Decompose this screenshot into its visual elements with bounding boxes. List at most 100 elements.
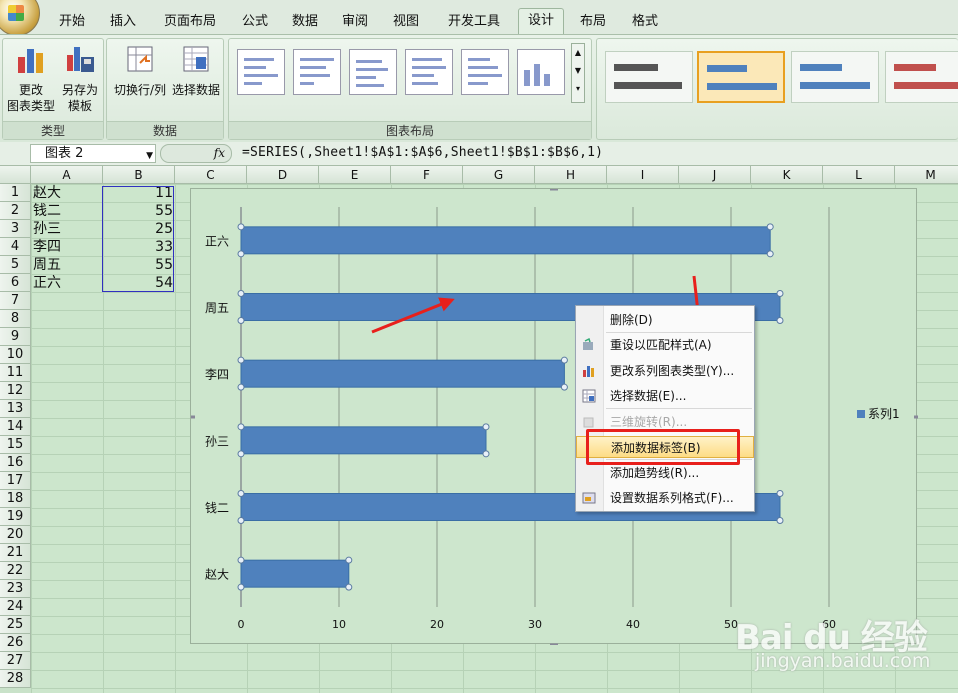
row-header-12[interactable]: 12 bbox=[0, 382, 31, 400]
bar-孙三[interactable] bbox=[240, 426, 487, 455]
row-header-21[interactable]: 21 bbox=[0, 544, 31, 562]
formula-input[interactable]: =SERIES(,Sheet1!$A$1:$A$6,Sheet1!$B$1:$B… bbox=[242, 145, 603, 160]
select-data-button[interactable]: 选择数据 bbox=[169, 43, 223, 98]
column-header-I[interactable]: I bbox=[607, 166, 679, 184]
row-header-22[interactable]: 22 bbox=[0, 562, 31, 580]
gallery-down-icon[interactable]: ▼ bbox=[572, 62, 584, 80]
selection-handle[interactable] bbox=[237, 423, 245, 431]
insert-function-icon[interactable]: fx bbox=[214, 146, 225, 160]
row-header-25[interactable]: 25 bbox=[0, 616, 31, 634]
style-thumb-4[interactable] bbox=[885, 51, 958, 103]
row-header-8[interactable]: 8 bbox=[0, 310, 31, 328]
chart-legend[interactable]: 系列1 bbox=[857, 405, 900, 422]
layout-thumb-5[interactable] bbox=[461, 49, 509, 95]
tab-5[interactable]: 审阅 bbox=[336, 10, 374, 34]
change-chart-type-button[interactable]: 更改 图表类型 bbox=[5, 43, 57, 114]
layout-thumb-1[interactable] bbox=[237, 49, 285, 95]
selection-handle[interactable] bbox=[237, 490, 245, 497]
row-header-1[interactable]: 1 bbox=[0, 184, 31, 202]
selection-handle[interactable] bbox=[345, 583, 353, 591]
column-header-F[interactable]: F bbox=[391, 166, 463, 184]
layout-gallery-scroll[interactable]: ▲ ▼ ▾ bbox=[571, 43, 585, 103]
chart-object[interactable]: 0 10 20 30 40 50 60 赵大 钱二 孙三 李四 周五 正六 系列1 bbox=[190, 188, 918, 645]
selection-handle[interactable] bbox=[237, 356, 245, 364]
selection-handle[interactable] bbox=[237, 583, 245, 591]
select-all-corner[interactable] bbox=[0, 166, 31, 184]
column-header-H[interactable]: H bbox=[535, 166, 607, 184]
row-header-6[interactable]: 6 bbox=[0, 274, 31, 292]
selection-handle[interactable] bbox=[776, 290, 784, 297]
selection-handle[interactable] bbox=[776, 517, 784, 524]
column-header-J[interactable]: J bbox=[679, 166, 751, 184]
column-header-G[interactable]: G bbox=[463, 166, 535, 184]
row-header-13[interactable]: 13 bbox=[0, 400, 31, 418]
tab-3[interactable]: 公式 bbox=[236, 10, 274, 34]
switch-row-column-button[interactable]: 切换行/列 bbox=[111, 43, 169, 98]
selection-handle[interactable] bbox=[237, 223, 245, 231]
row-header-5[interactable]: 5 bbox=[0, 256, 31, 274]
selection-handle[interactable] bbox=[482, 450, 490, 458]
selection-handle[interactable] bbox=[482, 423, 490, 431]
name-box[interactable]: 图表 2 ▼ bbox=[30, 144, 156, 163]
name-box-dropdown-icon[interactable]: ▼ bbox=[146, 148, 153, 165]
selection-handle[interactable] bbox=[776, 490, 784, 497]
layout-thumb-4[interactable] bbox=[405, 49, 453, 95]
row-header-2[interactable]: 2 bbox=[0, 202, 31, 220]
tab-9[interactable]: 布局 bbox=[574, 10, 612, 34]
cell-A4[interactable]: 李四 bbox=[31, 238, 103, 256]
layout-thumb-3[interactable] bbox=[349, 49, 397, 95]
selection-handle[interactable] bbox=[237, 450, 245, 458]
gallery-more-icon[interactable]: ▾ bbox=[572, 80, 584, 98]
cell-A1[interactable]: 赵大 bbox=[31, 184, 103, 202]
chart-resize-handle[interactable] bbox=[550, 189, 558, 191]
column-header-M[interactable]: M bbox=[895, 166, 958, 184]
row-header-27[interactable]: 27 bbox=[0, 652, 31, 670]
layout-thumb-6[interactable] bbox=[517, 49, 565, 95]
menu-item-1[interactable]: 重设以匹配样式(A) bbox=[576, 334, 754, 356]
row-header-9[interactable]: 9 bbox=[0, 328, 31, 346]
row-header-20[interactable]: 20 bbox=[0, 526, 31, 544]
row-header-15[interactable]: 15 bbox=[0, 436, 31, 454]
row-header-26[interactable]: 26 bbox=[0, 634, 31, 652]
row-header-10[interactable]: 10 bbox=[0, 346, 31, 364]
layout-thumb-2[interactable] bbox=[293, 49, 341, 95]
selection-handle[interactable] bbox=[560, 356, 568, 364]
cell-A5[interactable]: 周五 bbox=[31, 256, 103, 274]
office-button[interactable] bbox=[0, 0, 40, 36]
row-header-4[interactable]: 4 bbox=[0, 238, 31, 256]
column-header-B[interactable]: B bbox=[103, 166, 175, 184]
row-header-28[interactable]: 28 bbox=[0, 670, 31, 688]
row-header-3[interactable]: 3 bbox=[0, 220, 31, 238]
selection-handle[interactable] bbox=[776, 317, 784, 324]
bar-正六[interactable] bbox=[240, 226, 771, 255]
cell-A3[interactable]: 孙三 bbox=[31, 220, 103, 238]
menu-item-2[interactable]: 更改系列图表类型(Y)... bbox=[576, 360, 754, 382]
selection-handle[interactable] bbox=[766, 250, 774, 258]
column-header-A[interactable]: A bbox=[31, 166, 103, 184]
selection-handle[interactable] bbox=[237, 290, 245, 297]
selection-handle[interactable] bbox=[237, 317, 245, 324]
menu-item-0[interactable]: 删除(D) bbox=[576, 309, 754, 331]
tab-2[interactable]: 页面布局 bbox=[158, 10, 222, 34]
row-header-11[interactable]: 11 bbox=[0, 364, 31, 382]
menu-item-3[interactable]: 选择数据(E)... bbox=[576, 385, 754, 407]
selection-handle[interactable] bbox=[237, 556, 245, 564]
tab-1[interactable]: 插入 bbox=[102, 10, 144, 34]
row-header-24[interactable]: 24 bbox=[0, 598, 31, 616]
selection-handle[interactable] bbox=[237, 383, 245, 391]
style-thumb-1[interactable] bbox=[605, 51, 693, 103]
selection-handle[interactable] bbox=[237, 250, 245, 258]
selection-handle[interactable] bbox=[237, 517, 245, 524]
row-header-17[interactable]: 17 bbox=[0, 472, 31, 490]
bar-赵大[interactable] bbox=[240, 559, 350, 588]
row-header-7[interactable]: 7 bbox=[0, 292, 31, 310]
menu-item-6[interactable]: 添加趋势线(R)... bbox=[576, 462, 754, 484]
tab-4[interactable]: 数据 bbox=[286, 10, 324, 34]
chart-resize-handle[interactable] bbox=[914, 415, 918, 419]
style-thumb-2-selected[interactable] bbox=[697, 51, 785, 103]
row-header-18[interactable]: 18 bbox=[0, 490, 31, 508]
column-header-C[interactable]: C bbox=[175, 166, 247, 184]
tab-6[interactable]: 视图 bbox=[386, 10, 426, 34]
row-header-16[interactable]: 16 bbox=[0, 454, 31, 472]
chart-resize-handle[interactable] bbox=[191, 415, 195, 419]
